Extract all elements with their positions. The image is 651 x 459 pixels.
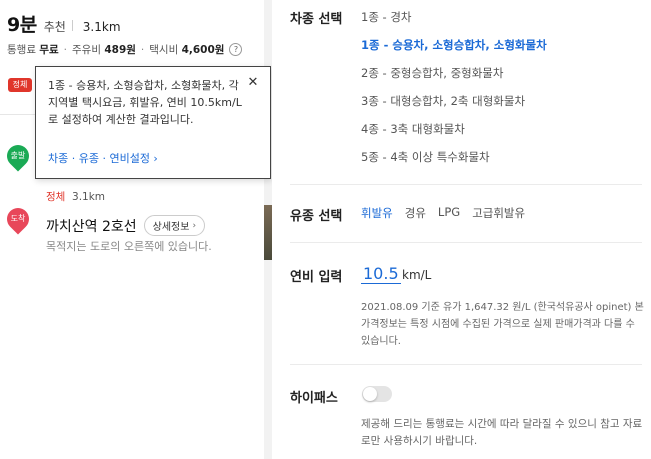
help-icon[interactable]: ? <box>229 43 243 56</box>
destination-name: 까치산역 2호선 <box>46 218 137 235</box>
segment-distance: 3.1km <box>72 191 106 203</box>
fuel-cost-label: 주유비 <box>72 44 101 56</box>
hipass-label: 하이패스 <box>290 391 338 406</box>
detail-info-label: 상세정보 <box>152 222 190 233</box>
traffic-jam-badge: 정체 <box>8 78 32 92</box>
car-type-option-selected[interactable]: 1종 - 승용차, 소형승합차, 소형화물차 <box>361 36 547 64</box>
fuel-option[interactable]: 고급휘발유 <box>472 205 525 221</box>
destination-photo[interactable] <box>264 205 272 260</box>
fee-info-tooltip: 1종 - 승용차, 소형승합차, 소형화물차, 각 지역별 택시요금, 휘발유,… <box>35 66 271 179</box>
fuel-price-note: 2021.08.09 기준 유가 1,647.32 원/L (한국석유공사 op… <box>361 302 644 347</box>
toggle-knob <box>363 387 377 401</box>
fuel-option[interactable]: LPG <box>438 205 460 221</box>
car-type-option[interactable]: 3종 - 대형승합차, 2축 대형화물차 <box>361 92 547 120</box>
taxi-fare-label: 택시비 <box>149 44 179 56</box>
dot-separator: · <box>63 43 67 56</box>
route-fees: 통행료 무료 · 주유비 489원 · 택시비 4,600원 ? <box>7 42 243 57</box>
fuel-option[interactable]: 경유 <box>405 205 426 221</box>
route-panel: 9분 추천 3.1km 통행료 무료 · 주유비 489원 · 택시비 4,60… <box>0 0 272 459</box>
route-duration: 9분 <box>7 14 37 36</box>
car-type-option[interactable]: 5종 - 4축 이상 특수화물차 <box>361 148 547 176</box>
efficiency-label: 연비 입력 <box>290 270 343 285</box>
toll-value: 무료 <box>39 44 59 56</box>
dot-separator: · <box>140 43 145 56</box>
hipass-toggle[interactable] <box>362 386 392 402</box>
car-type-option[interactable]: 4종 - 3축 대형화물차 <box>361 120 547 148</box>
tooltip-text: 1종 - 승용차, 소형승합차, 소형화물차, 각 지역별 택시요금, 휘발유,… <box>48 79 242 126</box>
car-type-label: 차종 선택 <box>290 12 343 27</box>
start-pin-label: 출발 <box>10 151 26 160</box>
car-type-list: 1종 - 경차 1종 - 승용차, 소형승합차, 소형화물차 2종 - 중형승합… <box>361 8 547 176</box>
efficiency-unit: km/L <box>402 268 432 282</box>
divider <box>71 20 73 31</box>
end-pin-icon: 도착 <box>2 203 34 236</box>
efficiency-field: km/L <box>361 264 431 284</box>
fuel-type-options: 휘발유 경유 LPG 고급휘발유 <box>361 205 537 221</box>
toll-label: 통행료 <box>7 44 36 56</box>
detail-info-button[interactable]: 상세정보 › <box>143 215 206 236</box>
close-icon[interactable]: ✕ <box>246 76 260 90</box>
car-type-option[interactable]: 1종 - 경차 <box>361 8 547 36</box>
section-divider <box>290 184 642 185</box>
car-type-option[interactable]: 2종 - 중형승합차, 중형화물차 <box>361 64 547 92</box>
section-divider <box>290 364 642 365</box>
recommend-label: 추천 <box>43 20 66 34</box>
destination-row: 까치산역 2호선 상세정보 › <box>46 215 206 236</box>
fuel-option-selected[interactable]: 휘발유 <box>361 205 393 221</box>
destination-description: 목적지는 도로의 오른쪽에 있습니다. <box>46 240 212 253</box>
route-summary: 9분 추천 3.1km <box>7 10 121 37</box>
segment-info: 정체 3.1km <box>46 189 105 204</box>
fuel-type-label: 유종 선택 <box>290 209 343 224</box>
efficiency-input[interactable] <box>361 264 401 284</box>
chevron-right-icon: › <box>192 220 197 231</box>
section-divider <box>290 242 642 243</box>
toll-disclaimer: 제공해 드리는 통행료는 시간에 따라 달라질 수 있으니 참고 자료로만 사용… <box>361 418 643 447</box>
segment-status: 정체 <box>46 191 66 203</box>
end-pin-label: 도착 <box>10 214 26 223</box>
taxi-fare-value: 4,600원 <box>181 44 225 56</box>
cost-settings-panel: 차종 선택 1종 - 경차 1종 - 승용차, 소형승합차, 소형화물차 2종 … <box>272 0 651 459</box>
start-pin-icon: 출발 <box>2 140 34 173</box>
fuel-cost-value: 489원 <box>104 44 136 56</box>
settings-link[interactable]: 차종 · 유종 · 연비설정 › <box>48 150 158 166</box>
route-distance: 3.1km <box>82 20 121 34</box>
